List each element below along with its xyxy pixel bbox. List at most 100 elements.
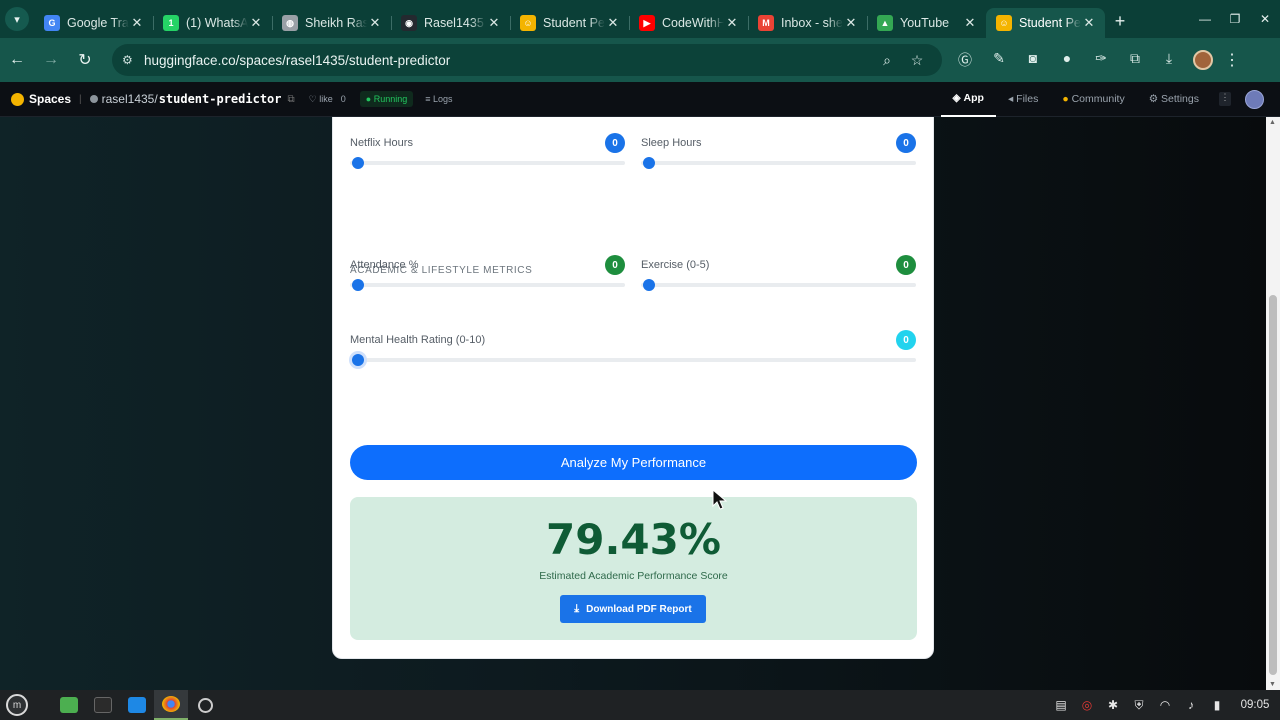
close-tab-icon[interactable]: ✕ (367, 15, 383, 31)
browser-tab[interactable]: ☺ Student Performance✕ (986, 8, 1105, 38)
close-tab-icon[interactable]: ✕ (962, 15, 978, 31)
terminal-app[interactable] (86, 690, 120, 720)
new-tab-button[interactable]: + (1105, 11, 1135, 32)
settings-app[interactable] (188, 690, 222, 720)
browser-tab[interactable]: ◉ Rasel1435 ✕ (391, 8, 510, 38)
chevron-down-icon: ▾ (5, 7, 29, 31)
repo-path[interactable]: rasel1435/student-predictor (89, 92, 282, 106)
scrollbar-thumb[interactable] (1269, 295, 1277, 675)
repo-owner[interactable]: rasel1435/ (102, 92, 158, 106)
tab-favicon-icon: G (44, 15, 60, 31)
browser-tab[interactable]: 1 (1) WhatsApp✕ (153, 8, 272, 38)
battery-icon[interactable]: ▮ (1204, 698, 1230, 712)
shield-icon[interactable]: ⛨ (1126, 698, 1152, 713)
clock[interactable]: 09:05 (1230, 699, 1280, 711)
feather-icon[interactable]: ✑ (1084, 50, 1118, 70)
slider-label: Sleep Hours (641, 137, 702, 149)
browser-tab[interactable]: M Inbox - sheikh✕ (748, 8, 867, 38)
url-text[interactable]: huggingface.co/spaces/rasel1435/student-… (144, 53, 872, 68)
slider-track[interactable] (350, 279, 625, 291)
analyze-button[interactable]: Analyze My Performance (350, 445, 917, 480)
more-options-icon[interactable]: ⋮ (1219, 92, 1231, 106)
nav-app[interactable]: ◈ App (940, 82, 996, 117)
grammarly-icon[interactable]: Ⓖ (948, 50, 982, 70)
browser-tab[interactable]: ◍ Sheikh Rasel✕ (272, 8, 391, 38)
slider-thumb[interactable] (352, 354, 364, 366)
slider-value-badge: 0 (896, 133, 916, 153)
close-tab-icon[interactable]: ✕ (248, 15, 264, 31)
back-button[interactable]: ← (0, 51, 34, 69)
reload-button[interactable]: ↻ (68, 50, 102, 70)
forward-button[interactable]: → (34, 51, 68, 69)
slider-track[interactable] (350, 157, 625, 169)
app-viewport: Netflix Hours 0 Sleep Hours 0 ACADEMIC &… (0, 117, 1266, 690)
vscode-app[interactable] (120, 690, 154, 720)
slider-track[interactable] (641, 157, 916, 169)
repo-name[interactable]: student-predictor (159, 92, 282, 106)
logs-button[interactable]: ≡ Logs (425, 94, 452, 104)
nav-settings[interactable]: ⚙ Settings (1137, 82, 1211, 117)
nav-files[interactable]: ◂ Files (996, 82, 1050, 117)
close-window-icon[interactable]: ✕ (1250, 12, 1280, 26)
slider-thumb[interactable] (643, 279, 655, 291)
spaces-logo[interactable]: Spaces (11, 92, 71, 106)
bluetooth-icon[interactable]: ✱ (1100, 698, 1126, 712)
update-icon[interactable]: ◎ (1074, 698, 1100, 712)
slider-track[interactable] (641, 279, 916, 291)
tab-list: GGoogle Translate✕1(1) WhatsApp✕◍Sheikh … (34, 0, 1105, 38)
slider-label: Attendance % (350, 259, 419, 271)
restore-icon[interactable]: ❐ (1220, 12, 1250, 26)
close-tab-icon[interactable]: ✕ (486, 15, 502, 31)
copy-icon[interactable]: ⧉ (288, 94, 295, 105)
tab-favicon-icon: ☺ (520, 15, 536, 31)
tab-search-button[interactable]: ▾ (0, 0, 34, 38)
volume-icon[interactable]: ♪ (1178, 698, 1204, 712)
browser-tab[interactable]: ▲ YouTube ✕ (867, 8, 986, 38)
slider-value-badge: 0 (605, 133, 625, 153)
download-icon[interactable]: ⤓ (1152, 50, 1186, 70)
close-tab-icon[interactable]: ✕ (843, 15, 859, 31)
system-tray: ▤ ◎ ✱ ⛨ ◠ ♪ ▮ 09:05 (1048, 698, 1280, 713)
zoom-search-icon[interactable]: ⌕ (872, 52, 902, 69)
scroll-down-icon[interactable]: ▼ (1269, 681, 1276, 688)
browser-tab[interactable]: ▶ CodeWithHarry✕ (629, 8, 748, 38)
close-tab-icon[interactable]: ✕ (605, 15, 621, 31)
browser-tab[interactable]: ☺ Student Performance✕ (510, 8, 629, 38)
minimize-icon[interactable]: — (1190, 12, 1220, 26)
slider-thumb[interactable] (352, 157, 364, 169)
close-tab-icon[interactable]: ✕ (129, 15, 145, 31)
close-tab-icon[interactable]: ✕ (1081, 15, 1097, 31)
camera-icon[interactable]: ◙ (1016, 50, 1050, 70)
extension-dot-icon[interactable]: ● (1050, 50, 1084, 70)
puzzle-icon[interactable]: ⧉ (1118, 50, 1152, 70)
page-scrollbar[interactable]: ▲ ▼ (1266, 117, 1280, 690)
scroll-up-icon[interactable]: ▲ (1269, 119, 1276, 126)
clipboard-icon[interactable]: ▤ (1048, 698, 1074, 712)
files-app[interactable] (52, 690, 86, 720)
huggingface-header: Spaces | rasel1435/student-predictor ⧉ ♡… (0, 82, 1280, 117)
profile-avatar[interactable] (1193, 50, 1213, 70)
site-info-icon[interactable]: ⚙ (122, 53, 144, 67)
nav-app-label: App (963, 92, 984, 104)
slider-thumb[interactable] (352, 279, 364, 291)
nav-community[interactable]: ● Community (1050, 82, 1136, 117)
user-avatar[interactable] (1245, 89, 1264, 109)
download-icon: ⤓ (574, 602, 580, 615)
tab-favicon-icon: ◉ (401, 15, 417, 31)
score-caption: Estimated Academic Performance Score (539, 570, 728, 582)
pen-icon[interactable]: ✎ (982, 50, 1016, 70)
close-tab-icon[interactable]: ✕ (724, 15, 740, 31)
browser-menu-icon[interactable]: ⋮ (1220, 50, 1244, 70)
bookmark-star-icon[interactable]: ☆ (902, 52, 932, 69)
start-menu-button[interactable]: m (0, 690, 34, 720)
like-button[interactable]: ♡ like (309, 94, 333, 105)
wifi-icon[interactable]: ◠ (1152, 698, 1178, 712)
chrome-app[interactable] (154, 690, 188, 720)
hf-emoji-icon (11, 92, 24, 106)
slider-thumb[interactable] (643, 157, 655, 169)
download-pdf-button[interactable]: ⤓ Download PDF Report (560, 595, 706, 623)
tab-favicon-icon: ▲ (877, 15, 893, 31)
slider-track[interactable] (350, 354, 916, 366)
address-bar[interactable]: ⚙ huggingface.co/spaces/rasel1435/studen… (112, 44, 942, 76)
browser-tab[interactable]: G Google Translate✕ (34, 8, 153, 38)
